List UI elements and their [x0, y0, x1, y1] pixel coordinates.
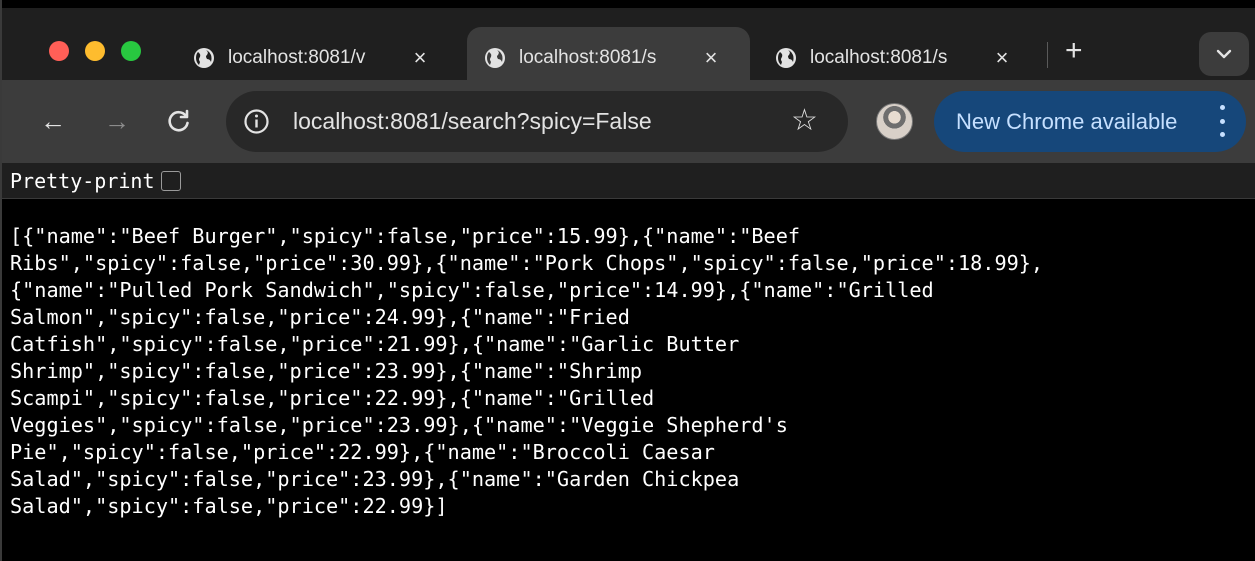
tab-close-button[interactable]: ×	[701, 45, 721, 71]
url-text[interactable]: localhost:8081/search?spicy=False	[293, 108, 652, 135]
more-vert-icon[interactable]	[1219, 105, 1225, 137]
json-line: Shrimp","spicy":false,"price":23.99},{"n…	[10, 359, 643, 383]
address-bar[interactable]: localhost:8081/search?spicy=False ☆	[226, 91, 848, 152]
tab-2-active[interactable]: localhost:8081/s ×	[467, 27, 750, 88]
info-icon[interactable]	[243, 108, 270, 135]
toolbar: ← → localhost:8081/search?spicy=False ☆ …	[2, 80, 1255, 163]
forward-button[interactable]: →	[100, 104, 134, 138]
tab-title: localhost:8081/s	[810, 46, 948, 68]
json-line: Salad","spicy":false,"price":23.99},{"na…	[10, 467, 740, 491]
profile-avatar[interactable]	[876, 103, 913, 140]
reload-button[interactable]	[162, 104, 196, 138]
json-line: Pie","spicy":false,"price":22.99},{"name…	[10, 440, 715, 464]
tab-title: localhost:8081/s	[519, 46, 657, 68]
globe-icon	[485, 47, 505, 68]
close-window-button[interactable]	[49, 41, 69, 61]
reload-icon	[168, 109, 189, 132]
globe-icon	[194, 47, 214, 68]
pretty-print-checkbox[interactable]	[160, 170, 181, 191]
chevron-down-icon	[1216, 49, 1232, 59]
tab-close-button[interactable]: ×	[992, 45, 1012, 71]
bookmark-star-icon[interactable]: ☆	[791, 103, 818, 138]
json-line: Salad","spicy":false,"price":22.99}]	[10, 494, 448, 518]
globe-icon	[776, 47, 796, 68]
json-line: Catfish","spicy":false,"price":21.99},{"…	[10, 332, 740, 356]
tab-separator	[1047, 42, 1048, 68]
tab-close-button[interactable]: ×	[410, 45, 430, 71]
json-response-body: [{"name":"Beef Burger","spicy":false,"pr…	[10, 223, 1250, 520]
json-line: Scampi","spicy":false,"price":22.99},{"n…	[10, 386, 655, 410]
browser-window: localhost:8081/v × localhost:8081/s × lo…	[0, 0, 1255, 561]
json-line: [{"name":"Beef Burger","spicy":false,"pr…	[10, 224, 801, 248]
pretty-print-bar: Pretty-print	[2, 163, 1255, 199]
json-line: Ribs","spicy":false,"price":30.99},{"nam…	[10, 251, 1044, 275]
zoom-window-button[interactable]	[121, 41, 141, 61]
json-line: {"name":"Pulled Pork Sandwich","spicy":f…	[10, 278, 934, 302]
back-button[interactable]: ←	[36, 104, 70, 138]
json-line: Veggies","spicy":false,"price":23.99},{"…	[10, 413, 788, 437]
update-label: New Chrome available	[956, 108, 1178, 134]
tab-3[interactable]: localhost:8081/s ×	[774, 27, 1044, 88]
tab-title: localhost:8081/v	[228, 46, 366, 68]
new-chrome-available-button[interactable]: New Chrome available	[934, 91, 1246, 152]
new-tab-button[interactable]: +	[1065, 36, 1083, 66]
json-line: Salmon","spicy":false,"price":24.99},{"n…	[10, 305, 630, 329]
pretty-print-label: Pretty-print	[10, 168, 155, 193]
tab-1[interactable]: localhost:8081/v ×	[192, 27, 462, 88]
minimize-window-button[interactable]	[85, 41, 105, 61]
page-content: Pretty-print [{"name":"Beef Burger","spi…	[2, 163, 1255, 561]
tab-strip: localhost:8081/v × localhost:8081/s × lo…	[2, 0, 1255, 88]
tab-search-button[interactable]	[1199, 32, 1249, 76]
